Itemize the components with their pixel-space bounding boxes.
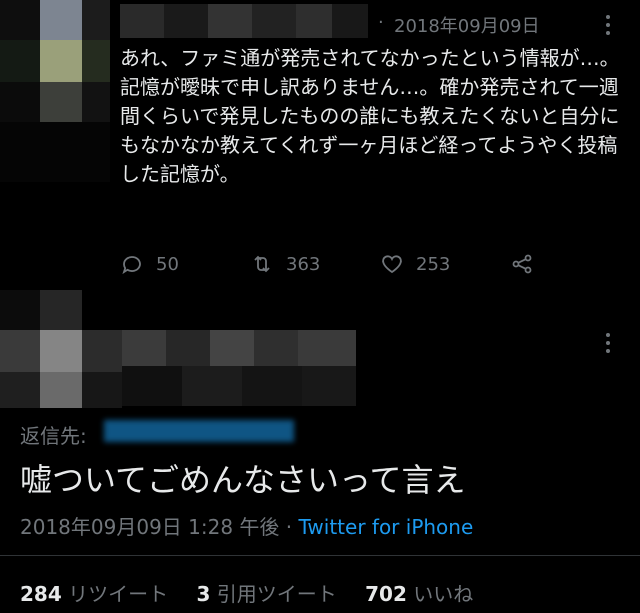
tweet-timestamp[interactable]: 2018年09月09日 xyxy=(394,12,540,38)
tweet-meta: 2018年09月09日 1:28 午後 · Twitter for iPhone xyxy=(20,511,473,540)
quotes-stat[interactable]: 3 引用ツイート xyxy=(196,582,358,606)
retweet-count: 363 xyxy=(286,253,321,275)
tweet-timestamp[interactable]: 2018年09月09日 1:28 午後 xyxy=(20,515,279,539)
share-icon xyxy=(512,254,532,274)
tweet-stats: 284 リツイート 3 引用ツイート 702 いいね xyxy=(20,578,495,607)
like-button[interactable]: 253 xyxy=(380,252,450,276)
reply-count: 50 xyxy=(156,253,179,275)
more-icon[interactable] xyxy=(598,14,618,36)
reply-to-handle-blurred[interactable] xyxy=(104,420,294,442)
reply-to-label: 返信先: xyxy=(20,424,87,448)
likes-stat[interactable]: 702 いいね xyxy=(365,582,495,606)
tweet-text: あれ、ファミ通が発売されてなかったという情報が…。記憶が曖昧で申し訳ありません…… xyxy=(120,46,620,186)
divider xyxy=(0,555,640,556)
retweet-icon xyxy=(254,255,270,273)
separator-dot: · xyxy=(285,515,293,539)
more-icon[interactable] xyxy=(598,332,618,354)
retweet-button[interactable]: 363 xyxy=(250,252,320,276)
share-button[interactable] xyxy=(510,252,534,276)
separator-dot: · xyxy=(378,12,384,33)
tweet-main-text: 嘘ついてごめんなさいって言え xyxy=(20,461,466,499)
retweets-stat[interactable]: 284 リツイート xyxy=(20,582,190,606)
reply-icon xyxy=(122,256,141,275)
tweet-source[interactable]: Twitter for iPhone xyxy=(299,515,474,539)
like-icon xyxy=(382,255,402,274)
reply-button[interactable]: 50 xyxy=(120,252,179,276)
like-count: 253 xyxy=(416,253,451,275)
